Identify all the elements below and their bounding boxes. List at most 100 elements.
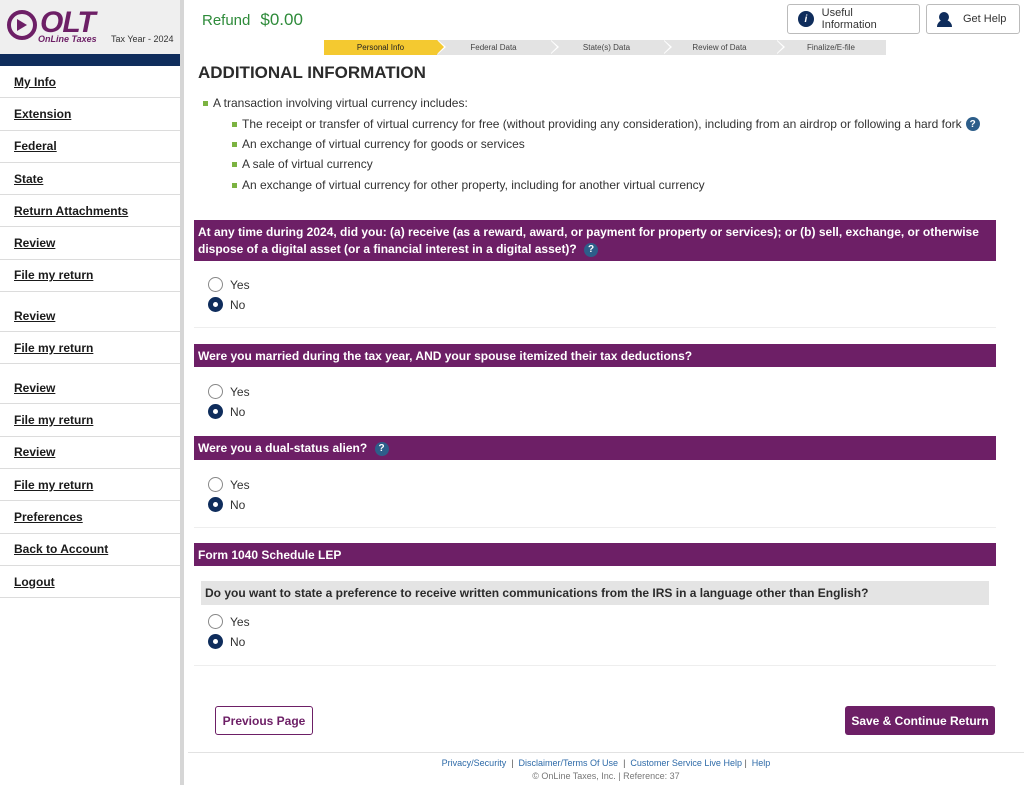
copyright: © OnLine Taxes, Inc. | Reference: 37 (532, 771, 680, 781)
sidebar-link-federal[interactable]: Federal (14, 139, 57, 153)
useful-information-button[interactable]: i Useful Information (787, 4, 920, 34)
step-finalize-efile: Finalize/E-file (776, 40, 886, 55)
sidebar-item[interactable]: File my return (0, 469, 180, 502)
previous-page-button[interactable]: Previous Page (215, 706, 313, 735)
sidebar-item[interactable]: File my return (0, 260, 180, 293)
question-label: Were you a dual-status alien? (198, 441, 368, 455)
bullet-icon (232, 141, 237, 147)
divider (194, 665, 996, 666)
bullet-icon (232, 121, 237, 127)
sidebar-link-preferences[interactable]: Preferences (14, 510, 83, 524)
option-label: No (230, 497, 246, 512)
intro-label: A transaction involving virtual currency… (213, 96, 468, 110)
sidebar-link-return-attachments[interactable]: Return Attachments (14, 204, 128, 218)
section-label: Form 1040 Schedule LEP (198, 548, 342, 562)
help-icon[interactable]: ? (584, 242, 599, 257)
option-label: No (230, 404, 246, 419)
radio-option-no[interactable]: No (208, 404, 245, 419)
sidebar-item[interactable]: Review (0, 364, 180, 405)
privacy-link[interactable]: Privacy/Security (442, 758, 507, 768)
help-icon[interactable]: ? (374, 441, 389, 456)
sidebar-link-logout[interactable]: Logout (14, 575, 55, 589)
sidebar-item[interactable]: Review (0, 437, 180, 469)
footer-links: Privacy/Security | Disclaimer/Terms Of U… (441, 758, 771, 768)
support-agent-icon (937, 11, 953, 27)
sidebar-item[interactable]: File my return (0, 332, 180, 365)
sidebar-item[interactable]: Preferences (0, 501, 180, 534)
useful-information-label: Useful Information (821, 7, 877, 31)
tax-year: Tax Year - 2024 (111, 34, 174, 44)
question-language-preference: Do you want to state a preference to rec… (201, 581, 989, 605)
sidebar-item[interactable]: Review (0, 292, 180, 333)
sidebar-link-file-my-return[interactable]: File my return (14, 478, 93, 492)
sidebar-link-file-my-return[interactable]: File my return (14, 341, 93, 355)
radio-option-yes[interactable]: Yes (208, 614, 250, 629)
sidebar-link-back-to-account[interactable]: Back to Account (14, 542, 108, 556)
refund-amount: $0.00 (260, 10, 303, 29)
option-label: No (230, 297, 246, 312)
logo-divider (0, 54, 180, 66)
bullet-icon (232, 182, 237, 188)
step-states-data: State(s) Data (550, 40, 672, 55)
list-item-label: An exchange of virtual currency for othe… (242, 178, 705, 192)
footer-divider (188, 752, 1024, 753)
radio-button[interactable] (208, 497, 223, 512)
bullet-icon (232, 161, 237, 167)
help-icon[interactable]: ? (965, 117, 980, 131)
list-item-label: A sale of virtual currency (242, 157, 373, 171)
sidebar-item[interactable]: State (0, 163, 180, 196)
radio-option-no[interactable]: No (208, 297, 245, 312)
sidebar-link-file-my-return[interactable]: File my return (14, 268, 93, 282)
step-review-of-data: Review of Data (663, 40, 785, 55)
page-title: ADDITIONAL INFORMATION (198, 63, 426, 82)
option-label: Yes (230, 384, 250, 399)
radio-button[interactable] (208, 277, 223, 292)
sidebar-link-extension[interactable]: Extension (14, 107, 71, 121)
sidebar-link-review[interactable]: Review (14, 445, 55, 459)
get-help-label: Get Help (963, 13, 1007, 25)
list-item-label: An exchange of virtual currency for good… (242, 137, 525, 151)
radio-button[interactable] (208, 614, 223, 629)
question-married-spouse-itemized: Were you married during the tax year, AN… (194, 344, 996, 367)
sidebar-link-my-info[interactable]: My Info (14, 75, 56, 89)
radio-option-yes[interactable]: Yes (208, 277, 250, 292)
radio-option-no[interactable]: No (208, 497, 245, 512)
radio-option-no[interactable]: No (208, 634, 245, 649)
sidebar-item[interactable]: Back to Account (0, 534, 180, 566)
sidebar-item[interactable]: Logout (0, 566, 180, 599)
refund-display: Refund $0.00 (202, 10, 303, 30)
live-help-link[interactable]: Customer Service Live Help (630, 758, 742, 768)
radio-button[interactable] (208, 297, 223, 312)
option-label: Yes (230, 477, 250, 492)
sidebar-link-file-my-return[interactable]: File my return (14, 413, 93, 427)
sidebar-item[interactable]: Extension (0, 98, 180, 131)
get-help-button[interactable]: Get Help (926, 4, 1020, 34)
sidebar-item[interactable]: My Info (0, 66, 180, 99)
disclaimer-link[interactable]: Disclaimer/Terms Of Use (519, 758, 619, 768)
sidebar-link-review[interactable]: Review (14, 381, 55, 395)
radio-option-yes[interactable]: Yes (208, 477, 250, 492)
logo-arrow-icon (7, 10, 37, 40)
step-personal-info: Personal Info (324, 40, 446, 55)
sidebar-nav: My Info Extension Federal State Return A… (0, 66, 180, 599)
list-item: An exchange of virtual currency for good… (232, 137, 525, 151)
help-link[interactable]: Help (752, 758, 771, 768)
sidebar-link-review[interactable]: Review (14, 236, 55, 250)
sidebar-link-review[interactable]: Review (14, 309, 55, 323)
logo-area: OLT OnLine Taxes Tax Year - 2024 (0, 0, 180, 54)
sidebar-item[interactable]: Review (0, 227, 180, 260)
save-continue-button[interactable]: Save & Continue Return (845, 706, 995, 735)
divider (194, 527, 996, 528)
sidebar-link-state[interactable]: State (14, 172, 43, 186)
bullet-icon (203, 100, 208, 106)
list-item: A sale of virtual currency (232, 157, 373, 171)
radio-button[interactable] (208, 404, 223, 419)
radio-button[interactable] (208, 477, 223, 492)
step-federal-data: Federal Data (437, 40, 559, 55)
radio-button[interactable] (208, 384, 223, 399)
sidebar-item[interactable]: Return Attachments (0, 195, 180, 228)
radio-button[interactable] (208, 634, 223, 649)
sidebar-item[interactable]: File my return (0, 404, 180, 437)
radio-option-yes[interactable]: Yes (208, 384, 250, 399)
sidebar-item[interactable]: Federal (0, 131, 180, 163)
